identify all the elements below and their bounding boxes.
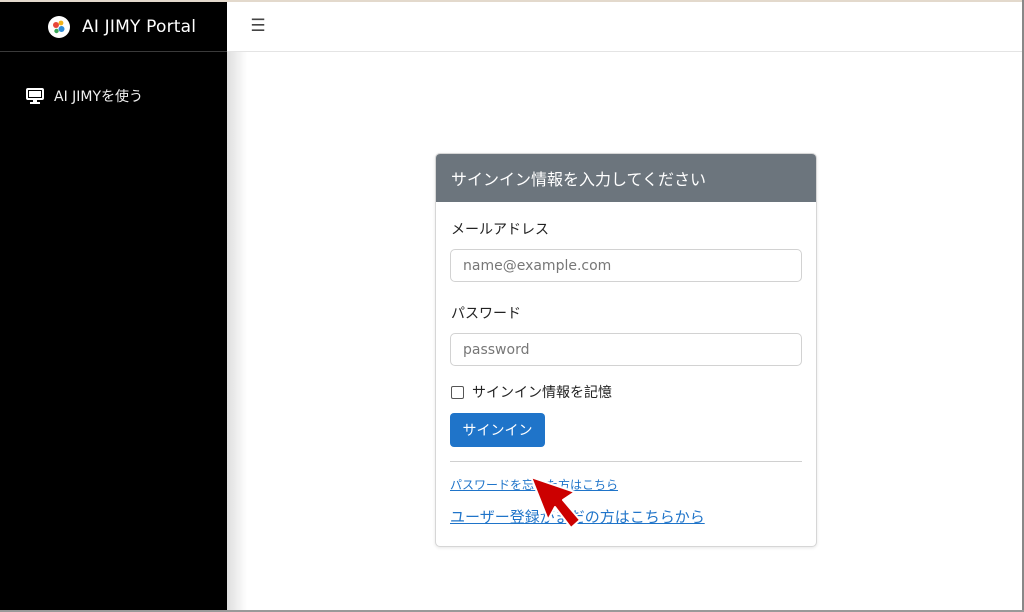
- brand-title: AI JIMY Portal: [82, 16, 197, 37]
- red-arrow-cursor-icon: [530, 476, 581, 529]
- remember-me-row[interactable]: サインイン情報を記憶: [451, 382, 802, 402]
- sidebar-shadow: [227, 2, 247, 610]
- email-field[interactable]: [450, 249, 802, 282]
- signin-button[interactable]: サインイン: [450, 413, 545, 447]
- password-label: パスワード: [451, 306, 521, 322]
- sidebar: AI JIMY Portal AI JIMYを使う: [0, 2, 227, 610]
- ai-jimy-logo-icon: [48, 15, 70, 38]
- top-bar: ☰: [227, 2, 1022, 52]
- password-field[interactable]: [450, 333, 802, 366]
- sidebar-item-label: AI JIMYを使う: [54, 89, 144, 105]
- monitor-icon: [26, 88, 44, 104]
- sidebar-item-use-ai-jimy[interactable]: AI JIMYを使う: [0, 52, 227, 106]
- signin-card: サインイン情報を入力してください メールアドレス パスワード サインイン情報を記…: [435, 153, 817, 547]
- signin-card-header: サインイン情報を入力してください: [436, 154, 816, 202]
- hamburger-icon[interactable]: ☰: [249, 16, 267, 36]
- signin-form: メールアドレス パスワード サインイン情報を記憶 サインイン パスワードを忘れた…: [436, 202, 816, 527]
- divider: [450, 461, 802, 462]
- email-label: メールアドレス: [451, 222, 549, 238]
- remember-me-label: サインイン情報を記憶: [472, 385, 612, 401]
- brand[interactable]: AI JIMY Portal: [0, 2, 227, 52]
- remember-me-checkbox[interactable]: [451, 385, 464, 399]
